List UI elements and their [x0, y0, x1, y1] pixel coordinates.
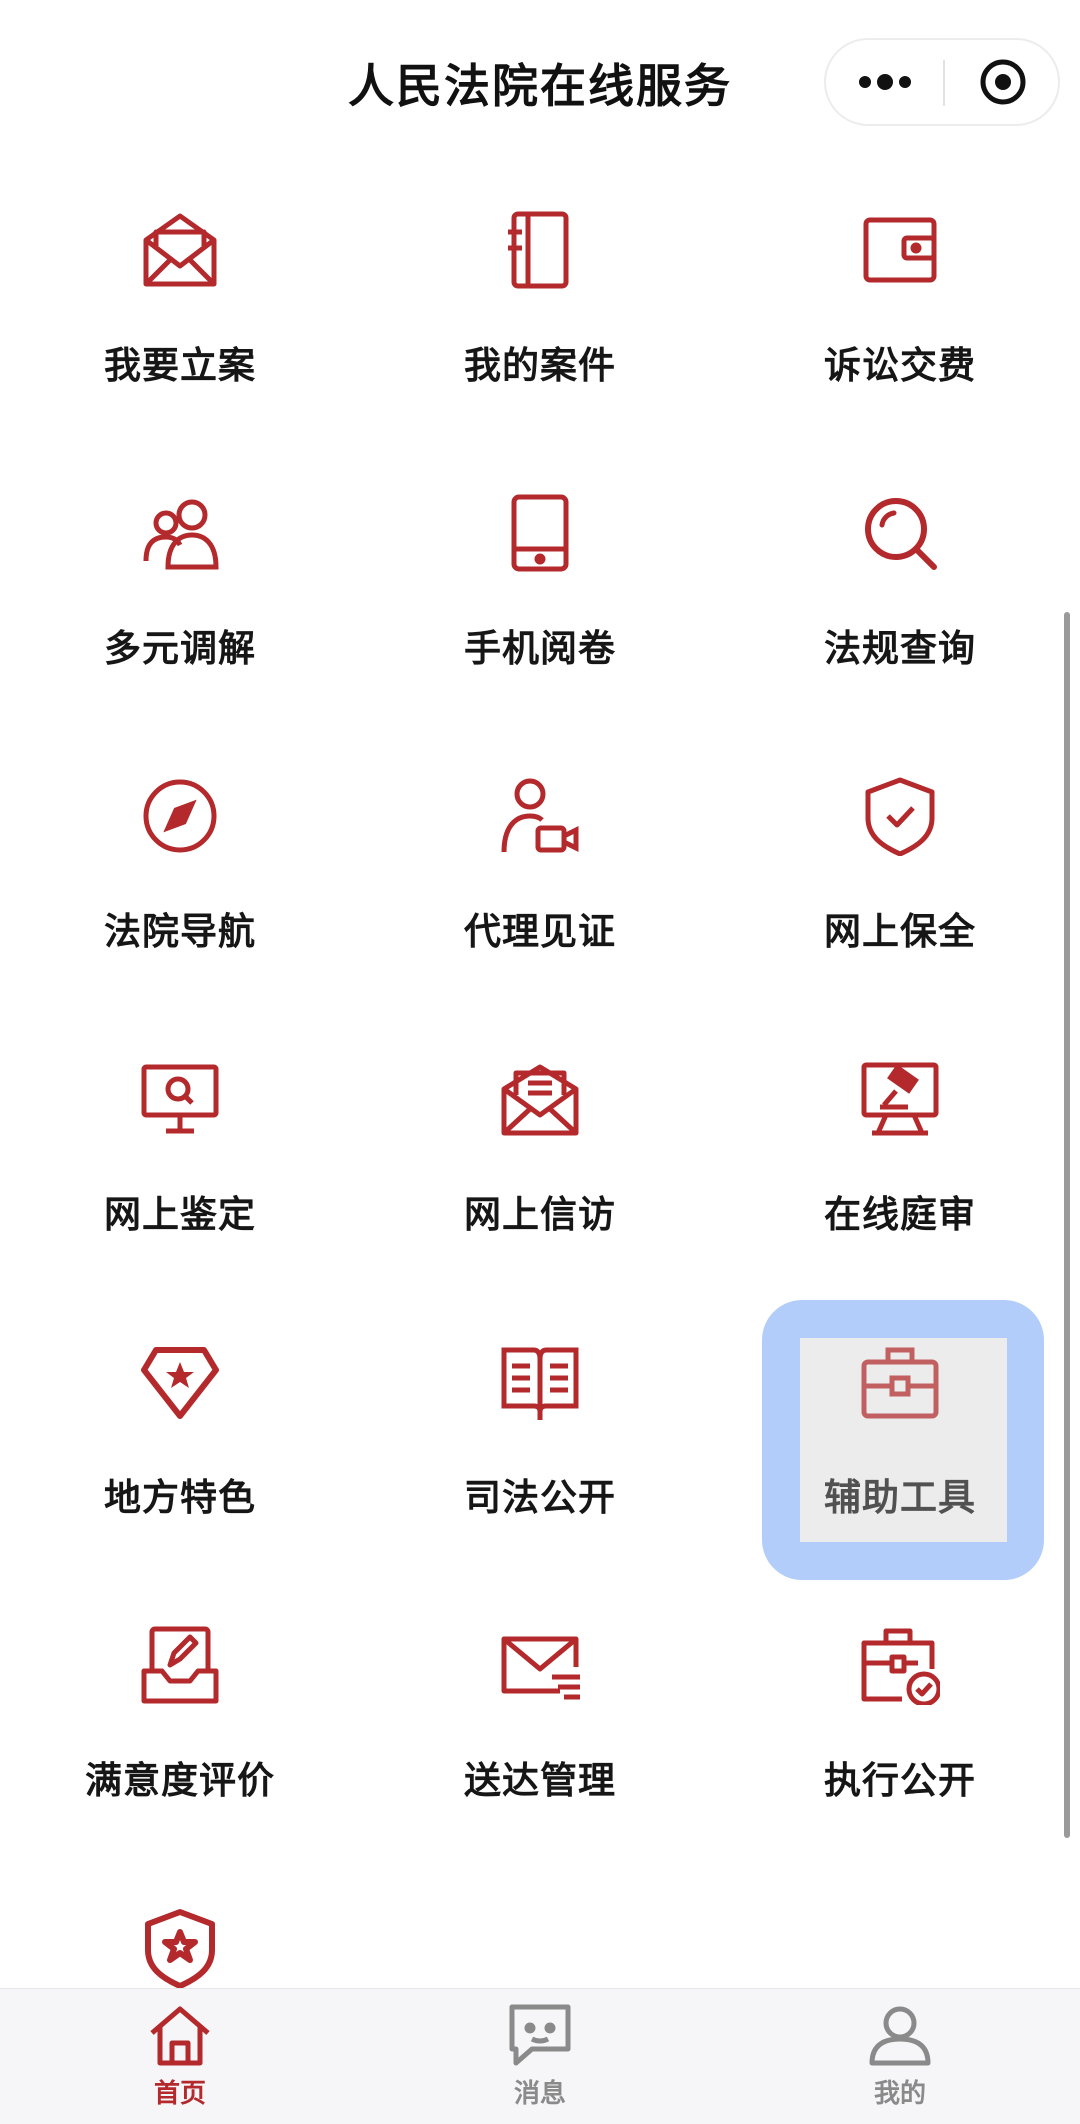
- service-mobile-file-review[interactable]: 手机阅卷: [390, 443, 690, 683]
- service-label: 网上保全: [824, 910, 976, 953]
- mail-letter-icon: [501, 1064, 579, 1136]
- search-icon: [865, 498, 937, 570]
- mail-lines-icon: [501, 1636, 580, 1700]
- compass-icon: [143, 779, 217, 853]
- service-auxiliary-tools[interactable]: 辅助工具: [750, 1292, 1050, 1532]
- open-book-icon: [501, 1347, 579, 1420]
- wallet-icon: [863, 217, 937, 283]
- service-label: 辅助工具: [824, 1476, 976, 1519]
- service-label: 送达管理: [464, 1759, 616, 1802]
- service-online-appraisal[interactable]: 网上鉴定: [30, 1009, 330, 1249]
- service-label: 多元调解: [104, 627, 256, 670]
- mini-program-capsule: [824, 38, 1060, 126]
- service-local-features[interactable]: 地方特色: [30, 1292, 330, 1532]
- service-label: 我要立案: [104, 344, 256, 387]
- service-online-preservation[interactable]: 网上保全: [750, 726, 1050, 966]
- service-label: 代理见证: [464, 910, 616, 953]
- service-label: 诉讼交费: [824, 344, 976, 387]
- user-video-icon: [501, 778, 579, 853]
- service-delivery-management[interactable]: 送达管理: [390, 1575, 690, 1815]
- toolbox-icon: [861, 1347, 939, 1419]
- service-label: 我的案件: [464, 344, 616, 387]
- target-close-icon: [980, 59, 1025, 105]
- notebook-icon: [508, 211, 569, 289]
- service-label: 法院导航: [104, 910, 256, 953]
- service-mediation[interactable]: 多元调解: [30, 443, 330, 683]
- tab-mine[interactable]: 我的: [720, 1989, 1080, 2124]
- service-label: 法规查询: [824, 627, 976, 670]
- service-label: 司法公开: [464, 1476, 616, 1519]
- tab-home[interactable]: 首页: [0, 1989, 360, 2124]
- envelope-icon: [143, 213, 217, 287]
- bottom-tab-bar: 首页 消息 我的: [0, 1988, 1080, 2124]
- people-icon: [143, 499, 219, 570]
- service-label: 网上鉴定: [104, 1193, 256, 1236]
- service-file-case[interactable]: 我要立案: [30, 160, 330, 400]
- pen-tray-icon: [141, 1626, 219, 1704]
- courtroom-gavel-icon: [861, 1062, 939, 1136]
- shield-check-icon: [865, 777, 935, 856]
- chat-icon: [509, 2004, 571, 2066]
- service-label: 网上信访: [464, 1193, 616, 1236]
- service-litigation-fee[interactable]: 诉讼交费: [750, 160, 1050, 400]
- vertical-scrollbar[interactable]: [1064, 612, 1070, 1838]
- shield-star-icon: [145, 1909, 215, 1988]
- service-satisfaction-rating[interactable]: 满意度评价: [30, 1575, 330, 1815]
- diamond-star-icon: [141, 1347, 219, 1419]
- more-options-button[interactable]: [826, 40, 943, 124]
- tablet-icon: [511, 494, 569, 572]
- service-law-search[interactable]: 法规查询: [750, 443, 1050, 683]
- tab-messages[interactable]: 消息: [360, 1989, 720, 2124]
- tab-label: 消息: [513, 2079, 566, 2109]
- more-dots-icon: [858, 74, 911, 90]
- close-mini-program-button[interactable]: [945, 40, 1060, 124]
- service-my-cases[interactable]: 我的案件: [390, 160, 690, 400]
- navigation-bar: 人民法院在线服务: [0, 0, 1080, 160]
- tab-label: 我的: [873, 2079, 926, 2109]
- tab-label: 首页: [153, 2079, 206, 2109]
- service-judicial-disclosure[interactable]: 司法公开: [390, 1292, 690, 1532]
- service-agent-witness[interactable]: 代理见证: [390, 726, 690, 966]
- home-icon: [150, 2006, 210, 2066]
- service-online-petition[interactable]: 网上信访: [390, 1009, 690, 1249]
- service-label: 在线庭审: [824, 1193, 976, 1236]
- service-enforcement-disclosure[interactable]: 执行公开: [750, 1575, 1050, 1815]
- service-online-trial[interactable]: 在线庭审: [750, 1009, 1050, 1249]
- service-court-navigation[interactable]: 法院导航: [30, 726, 330, 966]
- monitor-search-icon: [141, 1064, 219, 1134]
- service-label: 满意度评价: [85, 1759, 275, 1802]
- briefcase-check-icon: [861, 1628, 940, 1705]
- service-label: 地方特色: [104, 1476, 256, 1519]
- service-label: 执行公开: [824, 1759, 976, 1802]
- service-label: 手机阅卷: [464, 627, 616, 670]
- user-icon: [869, 2006, 931, 2066]
